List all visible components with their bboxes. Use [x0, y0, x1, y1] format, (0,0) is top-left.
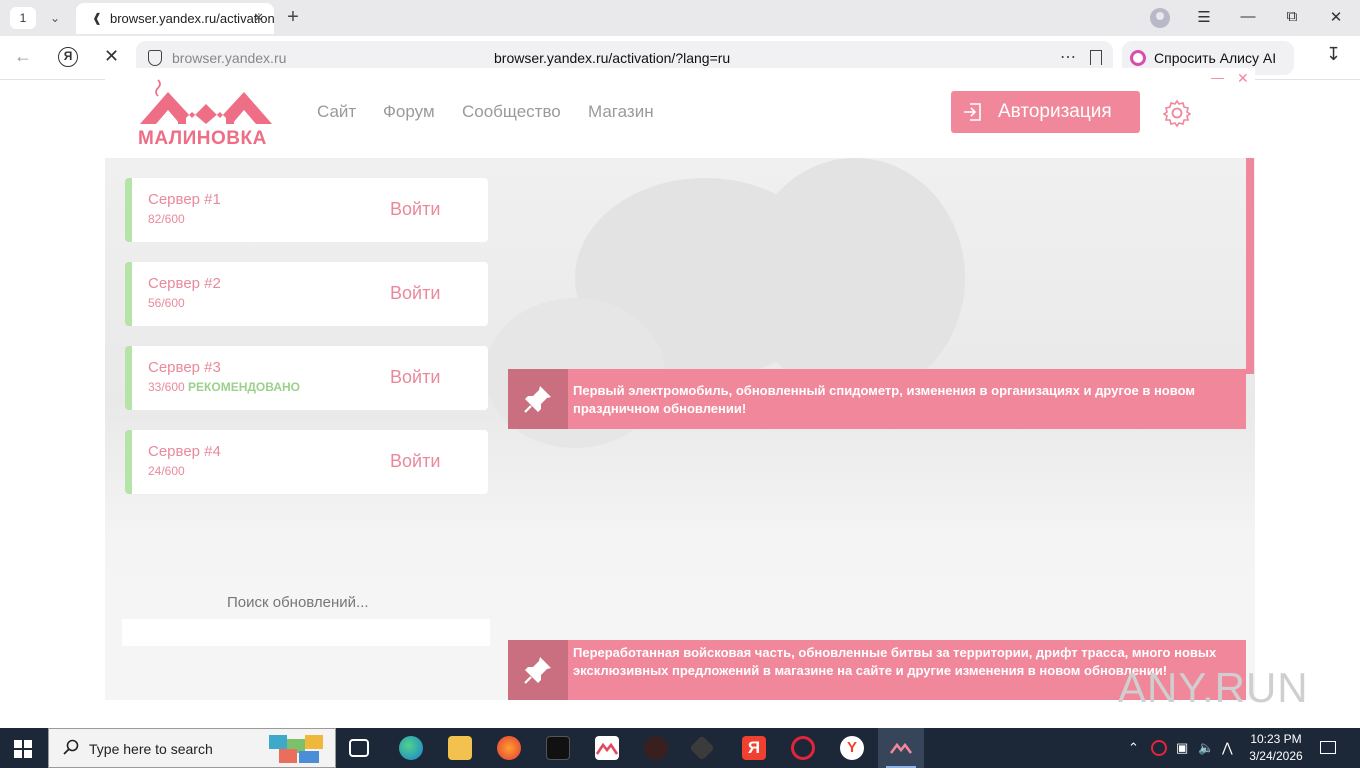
news-pin-box [508, 369, 568, 429]
window-minimize-icon[interactable]: — [1238, 8, 1258, 25]
malinovka-launcher-taskbar-icon[interactable] [889, 736, 913, 760]
login-icon [964, 103, 981, 121]
more-options-icon[interactable]: ⋯ [1060, 47, 1077, 67]
launcher-close-icon[interactable]: ✕ [1237, 70, 1249, 87]
settings-gear-icon[interactable] [1163, 99, 1191, 127]
window-close-icon[interactable]: ✕ [1326, 8, 1346, 26]
new-tab-plus-icon[interactable]: + [282, 6, 304, 28]
search-icon [63, 739, 79, 755]
download-icon[interactable]: ↧ [1326, 44, 1341, 65]
pin-icon [524, 386, 551, 413]
recommended-badge: РЕКОМЕНДОВАНО [188, 380, 300, 394]
launcher-header: МАЛИНОВКА Сайт Форум Сообщество Магазин … [105, 68, 1255, 158]
tab-close-icon[interactable]: ✕ [253, 10, 264, 26]
windows-start-icon[interactable] [14, 740, 32, 758]
url-domain: browser.yandex.ru [172, 50, 287, 66]
server-name: Сервер #4 [148, 443, 221, 460]
nav-shop[interactable]: Магазин [588, 102, 654, 122]
tray-volume-icon[interactable]: 🔈 [1198, 740, 1214, 756]
url-text[interactable]: browser.yandex.ru/activation/?lang=ru [494, 50, 730, 66]
clock-date: 3/24/2026 [1249, 749, 1303, 763]
server-name: Сервер #3 [148, 359, 221, 376]
edge-browser-icon[interactable] [399, 736, 423, 760]
firefox-icon[interactable] [497, 736, 521, 760]
news-pin-box [508, 640, 568, 700]
back-arrow-icon[interactable]: ← [14, 46, 32, 67]
server-name: Сервер #1 [148, 191, 221, 208]
profile-avatar-icon[interactable] [1150, 8, 1170, 28]
app-bars-icon[interactable] [546, 736, 570, 760]
malinovka-app-icon[interactable] [595, 736, 619, 760]
browser-tab-strip: 1 ⌄ ❰ browser.yandex.ru/activation ✕ + ☰… [0, 0, 1360, 36]
server-count-value: 33/600 [148, 380, 185, 394]
update-status-text: Поиск обновлений... [227, 594, 369, 611]
news-item-1[interactable]: Первый электромобиль, обновленный спидом… [508, 369, 1246, 429]
opera-icon[interactable] [791, 736, 815, 760]
server-online-count: 82/600 [148, 212, 185, 226]
login-label: Авторизация [998, 101, 1112, 122]
stop-loading-icon[interactable]: ✕ [104, 46, 119, 67]
update-progress-bar [122, 619, 490, 646]
news-scrollbar[interactable] [1246, 158, 1254, 374]
server-name: Сервер #2 [148, 275, 221, 292]
windows-taskbar: Type here to search Я Y ⌃ ▣ 🔈 ⋀ 10:23 PM… [0, 728, 1360, 768]
malinovka-logo[interactable]: МАЛИНОВКА [138, 78, 274, 150]
nav-site[interactable]: Сайт [317, 102, 356, 122]
shield-icon[interactable] [148, 50, 162, 66]
tab-loading-icon: ❰ [92, 11, 103, 25]
server-card-3: Сервер #3 33/600 РЕКОМЕНДОВАНО Войти [125, 346, 488, 410]
notifications-icon[interactable] [1320, 741, 1336, 754]
browser-tab-active[interactable]: ❰ browser.yandex.ru/activation ✕ [76, 3, 274, 34]
login-button[interactable]: Авторизация [951, 91, 1140, 133]
yandex-app-icon[interactable]: Я [742, 736, 766, 760]
launcher-window: МАЛИНОВКА Сайт Форум Сообщество Магазин … [105, 68, 1255, 700]
tab-counter[interactable]: 1 [10, 7, 36, 29]
server-join-button[interactable]: Войти [390, 451, 440, 472]
tray-opera-icon[interactable] [1151, 740, 1167, 756]
diamond-app-icon[interactable] [689, 735, 715, 761]
tray-meet-now-icon[interactable]: ▣ [1176, 740, 1188, 756]
search-highlight-puzzle-icon [269, 735, 323, 763]
yandex-browser-icon[interactable]: Y [840, 736, 864, 760]
server-online-count: 33/600 РЕКОМЕНДОВАНО [148, 380, 300, 394]
file-explorer-icon[interactable] [448, 736, 472, 760]
search-placeholder: Type here to search [89, 741, 213, 757]
tab-list-chevron-icon[interactable]: ⌄ [42, 7, 68, 29]
launcher-minimize-icon[interactable]: — [1211, 70, 1224, 85]
logo-text: МАЛИНОВКА [138, 128, 267, 149]
server-card-1: Сервер #1 82/600 Войти [125, 178, 488, 242]
tab-title: browser.yandex.ru/activation [110, 11, 274, 26]
server-card-2: Сервер #2 56/600 Войти [125, 262, 488, 326]
browser-menu-icon[interactable]: ☰ [1194, 8, 1214, 26]
server-card-4: Сервер #4 24/600 Войти [125, 430, 488, 494]
news-text: Первый электромобиль, обновленный спидом… [573, 383, 1195, 416]
alice-icon [1130, 50, 1146, 66]
anyrun-watermark: ANY.RUN [1118, 664, 1309, 711]
ask-alice-label: Спросить Алису AI [1154, 50, 1277, 66]
nav-forum[interactable]: Форум [383, 102, 435, 122]
pin-icon [524, 657, 551, 684]
taskbar-search-box[interactable]: Type here to search [48, 728, 336, 768]
clock-time: 10:23 PM [1250, 732, 1302, 746]
server-online-count: 24/600 [148, 464, 185, 478]
server-join-button[interactable]: Войти [390, 199, 440, 220]
logo-house-icon [140, 79, 272, 124]
nav-community[interactable]: Сообщество [462, 102, 561, 122]
bookmark-icon[interactable] [1090, 50, 1102, 65]
server-online-count: 56/600 [148, 296, 185, 310]
server-join-button[interactable]: Войти [390, 283, 440, 304]
task-view-icon[interactable] [349, 739, 369, 757]
taskbar-clock[interactable]: 10:23 PM 3/24/2026 [1248, 731, 1304, 765]
game-app-icon[interactable] [644, 736, 668, 760]
tray-network-icon[interactable]: ⋀ [1222, 740, 1233, 756]
tray-chevron-up-icon[interactable]: ⌃ [1128, 740, 1139, 756]
yandex-logo-icon[interactable]: Я [58, 47, 78, 67]
window-restore-icon[interactable]: ⧉ [1282, 8, 1302, 25]
server-join-button[interactable]: Войти [390, 367, 440, 388]
